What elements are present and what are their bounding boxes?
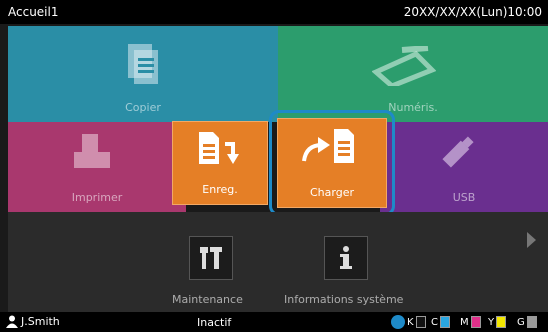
ink-key: M [460, 316, 469, 328]
scan-icon [372, 46, 436, 86]
machine-state: Inactif [197, 316, 232, 329]
info-icon [340, 246, 352, 269]
load-label: Charger [310, 186, 354, 199]
ink-bar [526, 316, 537, 328]
ink-bar [496, 316, 507, 328]
store-label: Enreg. [202, 183, 238, 196]
status-bar: J.Smith Inactif K C M Y G [0, 312, 548, 332]
system-info-button[interactable] [324, 236, 368, 280]
top-bar: Accueil1 20XX/XX/XX(Lun)10:00 [0, 0, 548, 24]
datetime: 20XX/XX/XX(Lun)10:00 [403, 5, 542, 19]
next-page-arrow-icon[interactable] [527, 232, 536, 248]
ink-level-y: Y [488, 316, 507, 328]
maintenance-button[interactable] [189, 236, 233, 280]
ink-level-k: K [407, 316, 426, 328]
ink-bar [415, 316, 426, 328]
load-icon [302, 129, 354, 163]
print-icon [74, 134, 110, 168]
ink-bar [470, 316, 481, 328]
scan-tile[interactable]: Numéris. [278, 26, 548, 122]
function-strip [8, 212, 548, 312]
copy-icon [128, 44, 158, 84]
usb-tile[interactable]: USB [380, 122, 548, 212]
usb-label: USB [452, 191, 476, 204]
ink-key: G [517, 316, 525, 328]
ink-level-m: M [460, 316, 481, 328]
ink-level-c: C [431, 316, 450, 328]
user-name: J.Smith [21, 315, 60, 328]
print-label: Imprimer [71, 191, 123, 204]
user-icon [6, 315, 18, 328]
store-icon [199, 132, 239, 164]
store-tile[interactable]: Enreg. [172, 121, 268, 205]
system-info-label: Informations système [284, 293, 404, 306]
tools-icon [200, 247, 222, 269]
print-tile[interactable]: Imprimer [8, 122, 186, 212]
maintenance-label: Maintenance [172, 293, 243, 306]
copy-label: Copier [125, 101, 161, 114]
load-tile[interactable]: Charger [277, 118, 387, 208]
ink-key: C [431, 316, 438, 328]
ink-key: K [407, 316, 414, 328]
usb-icon [442, 136, 474, 168]
scan-label: Numéris. [388, 101, 438, 114]
ink-key: Y [488, 316, 495, 328]
user-indicator[interactable]: J.Smith [6, 315, 60, 328]
copy-tile[interactable]: Copier [8, 26, 278, 122]
ink-level-g: G [517, 316, 537, 328]
ink-bar [439, 316, 450, 328]
page-title: Accueil1 [8, 5, 59, 19]
connection-icon [391, 315, 405, 329]
